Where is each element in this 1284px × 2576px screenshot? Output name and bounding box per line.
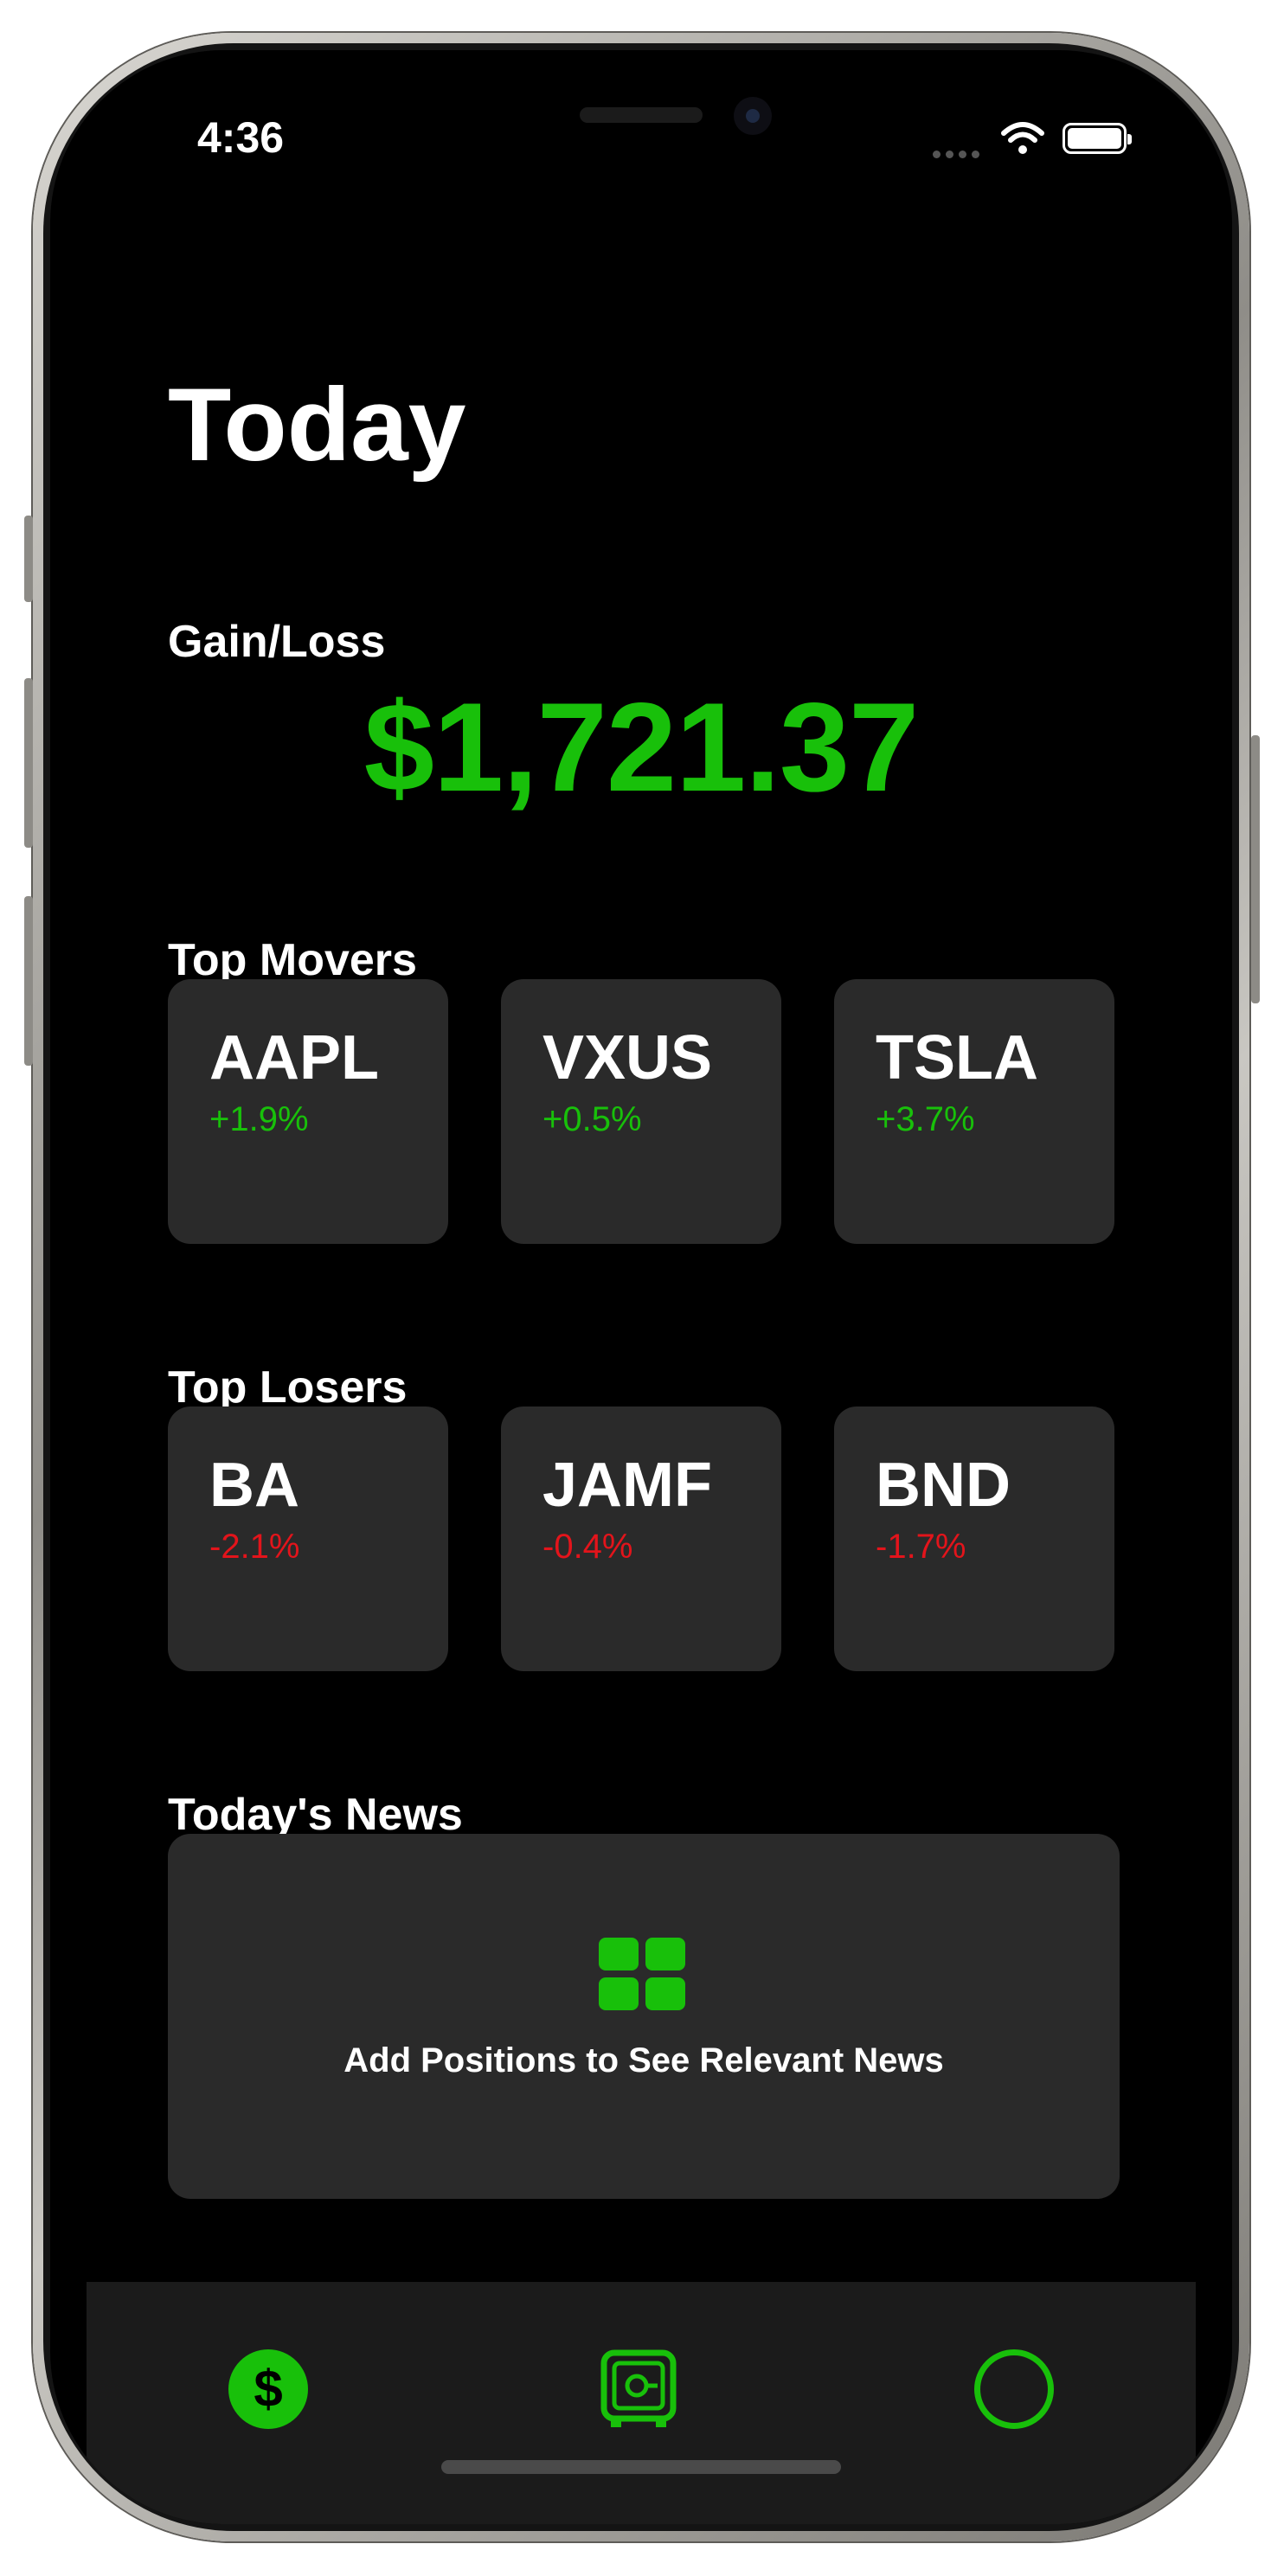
- status-time: 4:36: [197, 113, 285, 162]
- stock-symbol: JAMF: [542, 1451, 712, 1520]
- news-empty-card[interactable]: Add Positions to See Relevant News: [168, 1834, 1120, 2199]
- grid-icon: [599, 1938, 689, 2014]
- todays-news-label: Today's News: [168, 1790, 463, 1840]
- tab-circle[interactable]: [974, 2349, 1054, 2429]
- stock-change: +0.5%: [542, 1100, 642, 1138]
- gain-loss-value: $1,721.37: [363, 676, 920, 817]
- stock-symbol: VXUS: [542, 1023, 713, 1093]
- tab-today[interactable]: $: [228, 2349, 308, 2429]
- loser-card-ba[interactable]: BA -2.1%: [168, 1407, 448, 1671]
- app-screen: 4:36 Today Gain/Loss $1,721.37 Top Mover…: [50, 50, 1232, 2524]
- gain-loss-label: Gain/Loss: [168, 617, 386, 667]
- loser-card-jamf[interactable]: JAMF -0.4%: [501, 1407, 781, 1671]
- mover-card-aapl[interactable]: AAPL +1.9%: [168, 979, 448, 1244]
- volume-down-button: [24, 896, 33, 1066]
- home-indicator[interactable]: [441, 2460, 841, 2474]
- cellular-signal-icon: [933, 147, 985, 163]
- dollar-icon: $: [254, 2360, 283, 2418]
- stock-change: +1.9%: [209, 1100, 309, 1138]
- page-title: Today: [168, 367, 466, 483]
- mute-switch: [24, 516, 33, 602]
- stock-change: +3.7%: [876, 1100, 975, 1138]
- mover-card-vxus[interactable]: VXUS +0.5%: [501, 979, 781, 1244]
- earpiece-speaker: [580, 107, 703, 123]
- stock-symbol: BA: [209, 1451, 299, 1520]
- safe-icon: [600, 2349, 677, 2427]
- stock-symbol: TSLA: [876, 1023, 1038, 1093]
- top-losers-label: Top Losers: [168, 1362, 408, 1413]
- battery-icon: [1063, 123, 1132, 154]
- stock-change: -2.1%: [209, 1528, 300, 1566]
- stock-symbol: AAPL: [209, 1023, 379, 1093]
- news-empty-message: Add Positions to See Relevant News: [343, 2041, 944, 2079]
- stock-symbol: BND: [876, 1451, 1011, 1520]
- stock-change: -0.4%: [542, 1528, 633, 1566]
- front-camera: [734, 97, 772, 135]
- volume-up-button: [24, 678, 33, 848]
- stock-change: -1.7%: [876, 1528, 966, 1566]
- loser-card-bnd[interactable]: BND -1.7%: [834, 1407, 1114, 1671]
- mover-card-tsla[interactable]: TSLA +3.7%: [834, 979, 1114, 1244]
- top-movers-label: Top Movers: [168, 935, 417, 985]
- power-button: [1251, 735, 1260, 1003]
- tab-portfolio[interactable]: [599, 2349, 678, 2429]
- wifi-icon: [1001, 122, 1044, 154]
